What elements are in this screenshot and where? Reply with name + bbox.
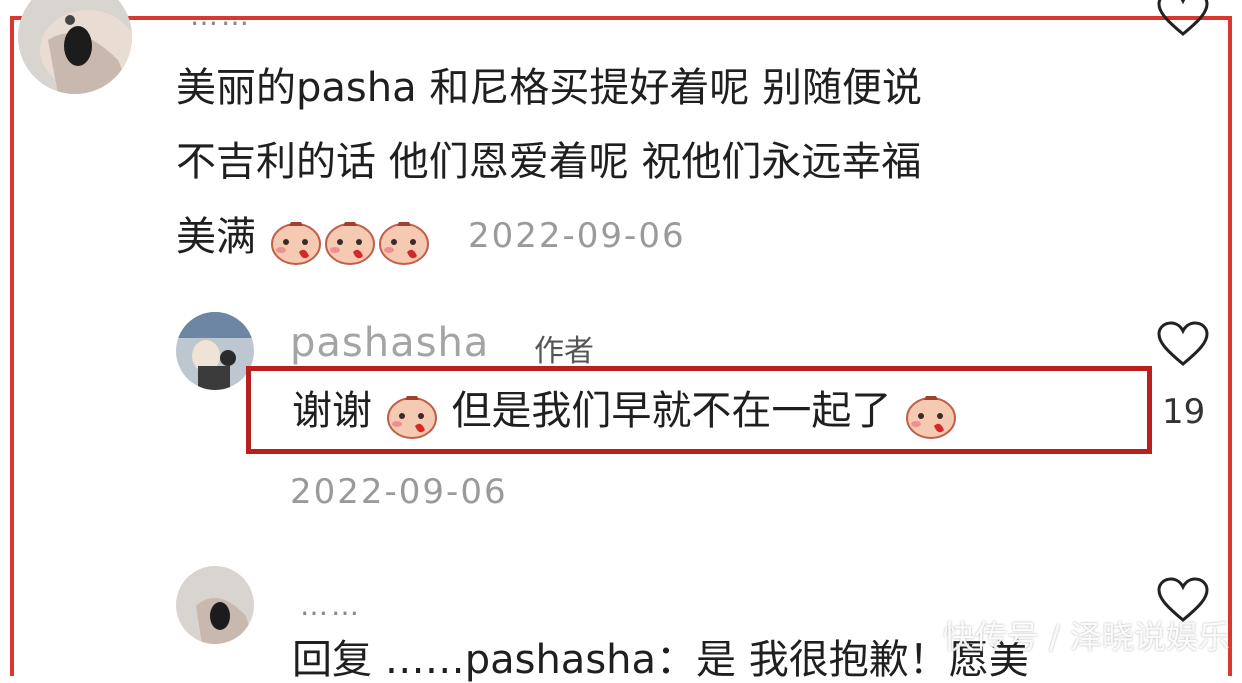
comment-author-name[interactable]: ……	[190, 2, 252, 30]
avatar[interactable]	[176, 566, 254, 644]
watermark: 快传号 / 泽晓说娱乐	[942, 618, 1230, 656]
reply-text: 谢谢 但是我们早就不在一起了	[292, 386, 958, 440]
comment-text-line: 回复 ……pashasha：是 我很抱歉！愿美	[292, 637, 1029, 683]
crying-face-icon	[904, 386, 958, 440]
like-heart-icon[interactable]	[1156, 320, 1210, 368]
crying-face-icon	[385, 386, 439, 440]
comment-text-line: 不吉利的话 他们恩爱着呢 祝他们永远幸福	[176, 139, 922, 185]
reply-username[interactable]: pashasha	[290, 320, 489, 366]
comment-text-line: 美满	[176, 212, 431, 266]
crying-face-icon	[269, 212, 323, 266]
avatar[interactable]	[176, 312, 254, 390]
comment-text-tail: 美满	[176, 214, 256, 260]
like-count: 19	[1162, 392, 1206, 432]
comment-date: 2022-09-06	[468, 216, 686, 256]
reply-date: 2022-09-06	[290, 472, 508, 512]
reply-text-part: 谢谢	[292, 388, 372, 434]
author-tag: 作者	[534, 334, 594, 369]
comment-text-line: 美丽的pasha 和尼格买提好着呢 别随便说	[176, 65, 923, 111]
crying-face-icon	[323, 212, 377, 266]
like-heart-icon[interactable]	[1156, 0, 1210, 38]
crying-face-icon	[377, 212, 431, 266]
reply-text-part: 但是我们早就不在一起了	[451, 388, 892, 434]
comment-author-name[interactable]: ……	[300, 592, 362, 620]
